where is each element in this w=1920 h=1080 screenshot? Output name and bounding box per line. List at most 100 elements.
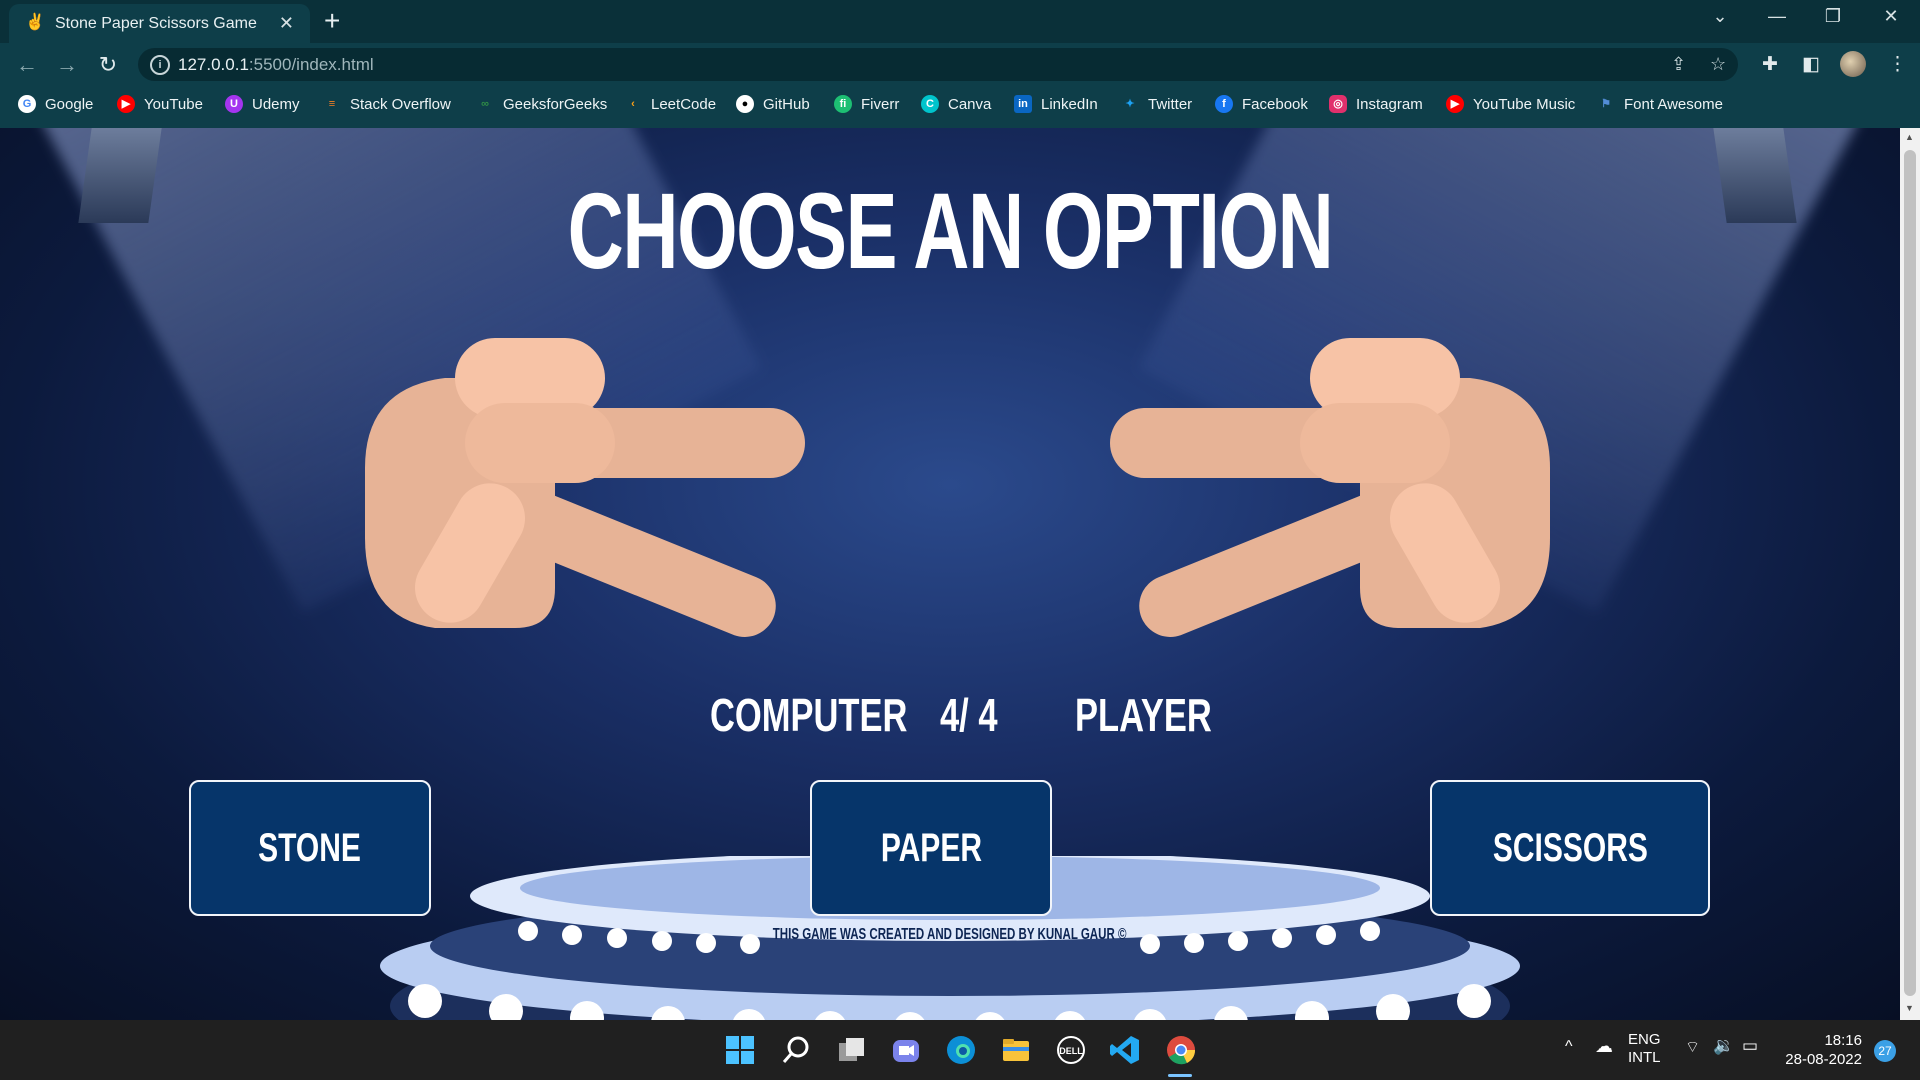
file-explorer-icon[interactable]: [1000, 1034, 1032, 1066]
restore-icon[interactable]: ❐: [1818, 6, 1848, 27]
bookmark-youtube-music[interactable]: ▶ YouTube Music: [1446, 95, 1575, 113]
url-host: 127.0.0.1: [178, 55, 249, 74]
battery-icon[interactable]: ▭: [1742, 1036, 1758, 1056]
chrome-icon[interactable]: [1165, 1034, 1197, 1066]
flag-icon: ⚑: [1601, 98, 1611, 110]
forward-icon[interactable]: →: [54, 52, 80, 78]
bookmark-leetcode[interactable]: ‹ LeetCode: [624, 95, 716, 113]
computer-hand-scissors: [365, 338, 805, 637]
clock[interactable]: 18:16 28-08-2022: [1780, 1031, 1862, 1069]
vscode-icon[interactable]: [1109, 1034, 1141, 1066]
fiverr-icon: fi: [834, 95, 852, 113]
instagram-icon: ◎: [1329, 95, 1347, 113]
new-tab-button[interactable]: +: [324, 6, 340, 36]
tab-favicon-icon: ✌: [25, 14, 45, 31]
podium-light: [1457, 984, 1491, 1018]
scroll-up-icon[interactable]: ▲: [1905, 132, 1914, 142]
teams-chat-icon[interactable]: [890, 1034, 922, 1066]
bookmark-label: LeetCode: [651, 95, 717, 113]
share-icon[interactable]: ⇪: [1671, 54, 1686, 75]
tab-strip: ✌ Stone Paper Scissors Game ✕ + ⌄ — ❐ ✕: [0, 0, 1920, 43]
window-close-icon[interactable]: ✕: [1876, 6, 1906, 27]
stack-overflow-icon: ≡: [328, 98, 336, 110]
bookmark-label: YouTube Music: [1473, 95, 1576, 113]
scoreboard: COMPUTER 4/ 4 PLAYER: [0, 688, 1900, 748]
leetcode-icon: ‹: [631, 98, 635, 110]
credits-text: THIS GAME WAS CREATED AND DESIGNED BY KU…: [773, 926, 1127, 943]
scissors-button[interactable]: SCISSORS: [1430, 780, 1710, 916]
language-indicator[interactable]: ENG INTL: [1628, 1031, 1661, 1067]
bookmark-canva[interactable]: C Canva: [921, 95, 991, 113]
windows-taskbar: DELL ^ ☁ ENG INTL ⌔ 🔉 ▭ 18:16 28-08-2022 2…: [0, 1020, 1920, 1080]
tab-title: Stone Paper Scissors Game: [55, 15, 257, 32]
task-view-icon[interactable]: [836, 1034, 868, 1066]
back-icon[interactable]: ←: [14, 52, 40, 78]
bookmark-label: Canva: [948, 95, 992, 113]
bookmarks-bar: G Google ▶ YouTube U Udemy ≡ Stack Overflow …: [0, 90, 1920, 120]
knuckle-middle: [1300, 403, 1450, 483]
scissors-button-label: SCISSORS: [1492, 826, 1648, 870]
extensions-icon[interactable]: ✚: [1762, 53, 1778, 76]
search-icon[interactable]: [780, 1034, 812, 1066]
bookmark-twitter[interactable]: ✦ Twitter: [1121, 95, 1192, 113]
browser-tab[interactable]: ✌ Stone Paper Scissors Game ✕: [9, 4, 310, 43]
udemy-icon: U: [225, 95, 243, 113]
clock-time: 18:16: [1824, 1032, 1862, 1049]
page-title: CHOOSE AN OPTION: [567, 170, 1334, 291]
bookmark-youtube[interactable]: ▶ YouTube: [117, 95, 203, 113]
youtube-icon: ▶: [117, 95, 135, 113]
podium-light: [408, 984, 442, 1018]
bookmark-label: Udemy: [252, 95, 300, 113]
scrollbar-thumb[interactable]: [1904, 150, 1916, 996]
page-scrollbar[interactable]: ▲ ▼: [1900, 128, 1920, 1020]
url-text[interactable]: 127.0.0.1:5500/index.html: [178, 55, 374, 75]
side-panel-icon[interactable]: ◧: [1802, 53, 1820, 76]
right-stage-lamp: [1713, 128, 1797, 223]
bookmark-label: Fiverr: [861, 95, 900, 113]
site-info-icon[interactable]: i: [150, 55, 170, 75]
bookmark-udemy[interactable]: U Udemy: [225, 95, 300, 113]
bookmark-label: Font Awesome: [1624, 95, 1723, 113]
github-icon: ●: [736, 95, 754, 113]
bookmark-google[interactable]: G Google: [18, 95, 93, 113]
notification-badge[interactable]: 27: [1874, 1040, 1896, 1062]
bookmark-linkedin[interactable]: in LinkedIn: [1014, 95, 1098, 113]
active-app-indicator: [1168, 1074, 1192, 1077]
bookmark-star-icon[interactable]: ☆: [1710, 54, 1726, 75]
wifi-icon[interactable]: ⌔: [1685, 1037, 1700, 1057]
address-bar[interactable]: i 127.0.0.1:5500/index.html ⇪ ☆: [138, 48, 1738, 81]
profile-avatar[interactable]: [1840, 51, 1866, 77]
bookmark-font-awesome[interactable]: ⚑ Font Awesome: [1597, 95, 1723, 113]
page-viewport: CHOOSE AN OPTION COMPUTER 4/ 4 PLAYER TH…: [0, 128, 1900, 1020]
bookmark-stack-overflow[interactable]: ≡ Stack Overflow: [323, 95, 451, 113]
bookmark-geeksforgeeks[interactable]: ∞ GeeksforGeeks: [476, 95, 607, 113]
knuckle-middle: [465, 403, 615, 483]
windows-start-icon[interactable]: [724, 1034, 756, 1066]
show-hidden-icons[interactable]: ^: [1565, 1038, 1573, 1056]
reload-icon[interactable]: ↻: [95, 52, 121, 78]
edge-browser-icon[interactable]: [945, 1034, 977, 1066]
paper-button[interactable]: PAPER: [810, 780, 1052, 916]
computer-label: COMPUTER: [710, 689, 908, 741]
bookmark-label: Stack Overflow: [350, 95, 451, 113]
minimize-icon[interactable]: —: [1762, 6, 1792, 27]
canva-icon: C: [921, 95, 939, 113]
stone-button[interactable]: STONE: [189, 780, 431, 916]
tab-close-icon[interactable]: ✕: [279, 13, 294, 34]
dell-icon[interactable]: DELL: [1055, 1034, 1087, 1066]
linkedin-icon: in: [1014, 95, 1032, 113]
bookmark-github[interactable]: ● GitHub: [736, 95, 810, 113]
score-value: 4/ 4: [940, 689, 998, 741]
tab-search-icon[interactable]: ⌄: [1705, 6, 1735, 27]
menu-kebab-icon[interactable]: ⋮: [1888, 53, 1907, 76]
onedrive-cloud-icon[interactable]: ☁: [1595, 1036, 1613, 1057]
svg-text:DELL: DELL: [1059, 1046, 1083, 1056]
bookmark-fiverr[interactable]: fi Fiverr: [834, 95, 899, 113]
bookmark-label: LinkedIn: [1041, 95, 1098, 113]
bookmark-label: Facebook: [1242, 95, 1308, 113]
scroll-down-icon[interactable]: ▼: [1905, 1003, 1914, 1013]
bookmark-instagram[interactable]: ◎ Instagram: [1329, 95, 1423, 113]
bookmark-facebook[interactable]: f Facebook: [1215, 95, 1308, 113]
volume-icon[interactable]: 🔉: [1713, 1036, 1734, 1056]
stone-button-label: STONE: [258, 826, 362, 870]
